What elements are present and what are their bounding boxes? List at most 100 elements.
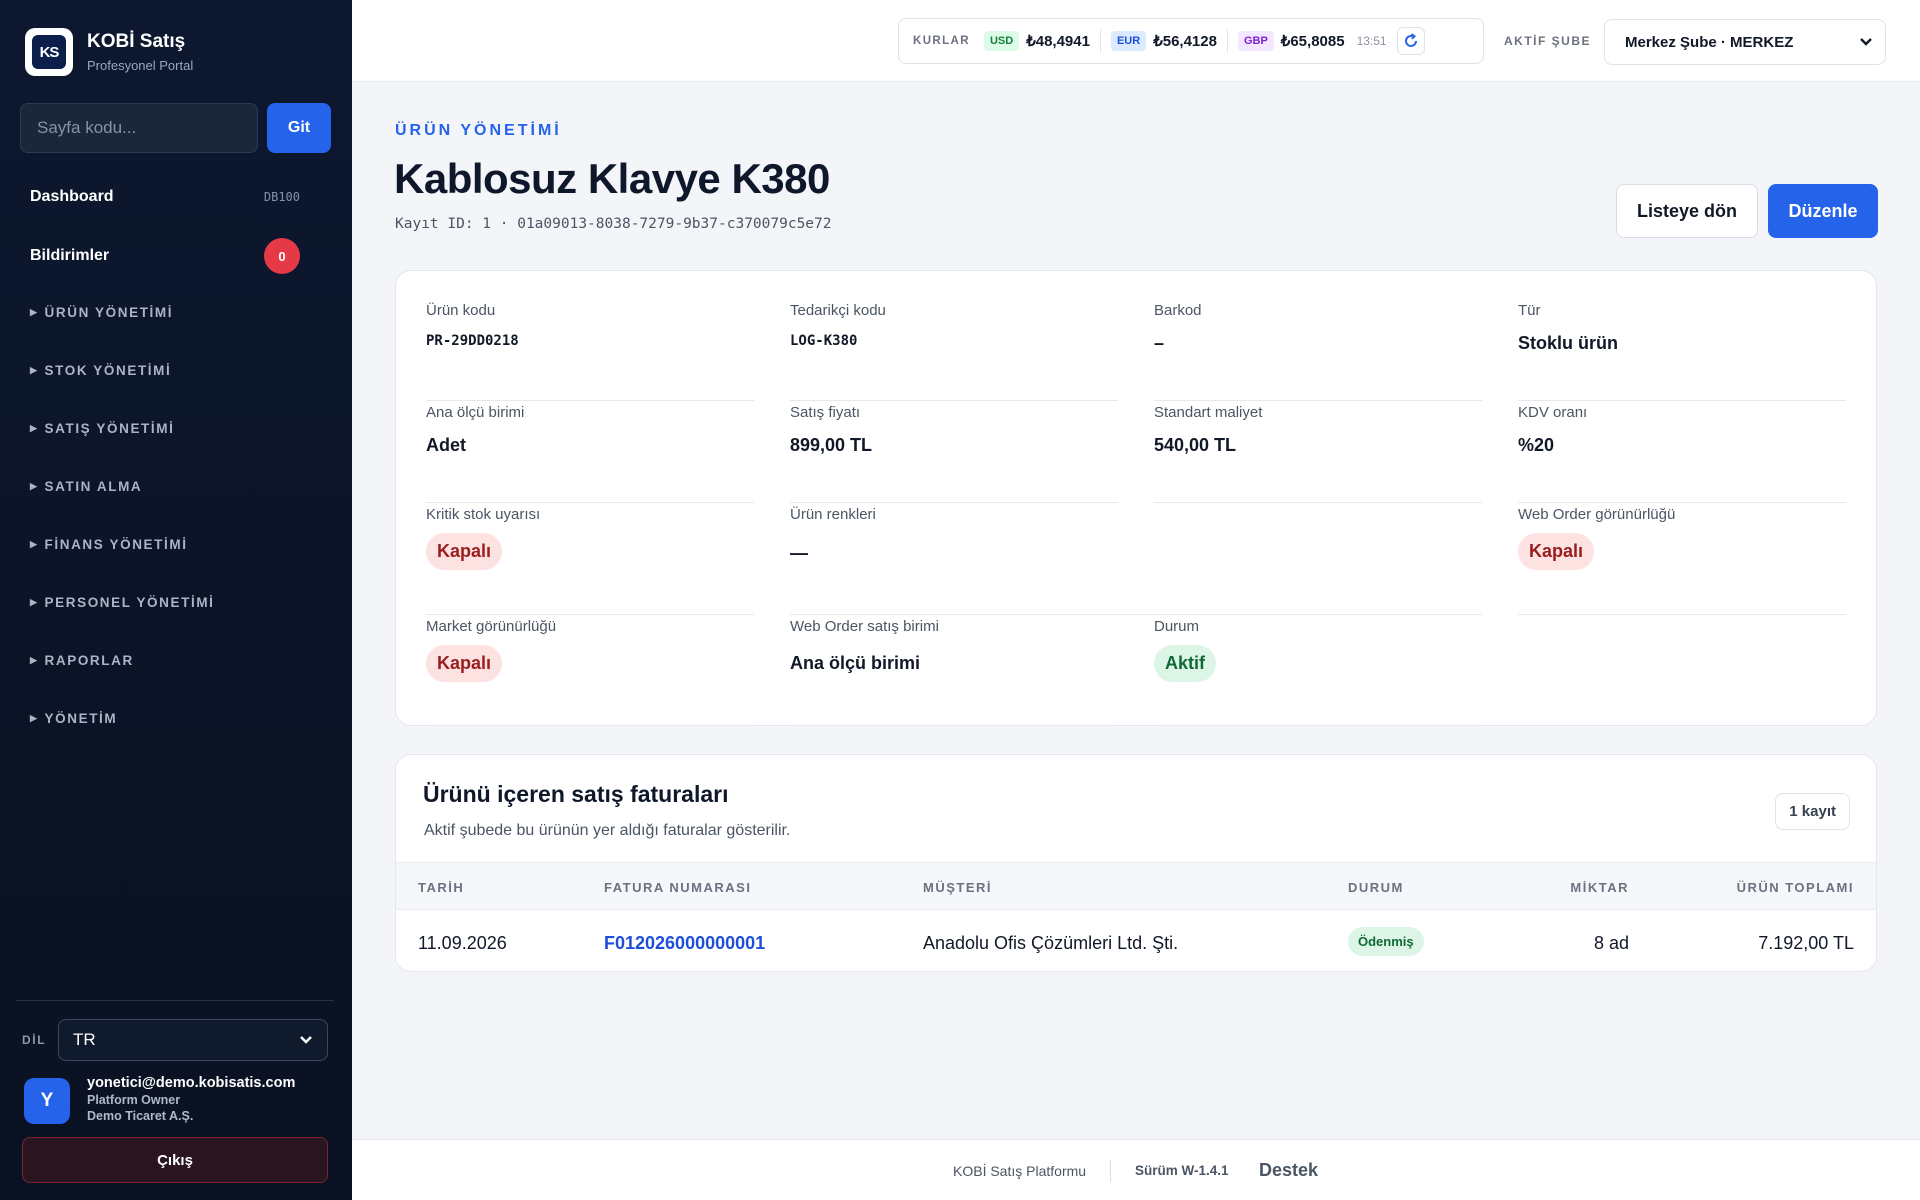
invoice-number-link[interactable]: F012026000000001 [604,933,765,954]
logout-button[interactable]: Çıkış [22,1137,328,1183]
field-value: — [790,543,808,563]
caret-right-icon: ▶ [30,365,39,375]
notification-count-badge: 0 [264,238,300,274]
language-label: DİL [22,1033,47,1047]
divider [426,400,754,401]
support-link[interactable]: Destek [1259,1160,1318,1181]
brand-name: KOBİ Satış [87,31,186,52]
rate-usd: USD ₺48,4941 [983,31,1090,51]
product-detail-card: Ürün kodu PR-29DD0218 Tedarikçi kodu LOG… [395,270,1877,726]
field-label: Web Order görünürlüğü [1518,506,1676,523]
divider [1099,29,1101,53]
logo-mark: KS [32,35,66,69]
column-header-quantity[interactable]: MİKTAR [1570,880,1629,895]
cell-quantity: 8 ad [1593,933,1629,953]
caret-right-icon: ▶ [30,539,39,549]
branch-select[interactable]: Merkez Şube · MERKEZ [1604,19,1886,65]
field-value: 899,00 TL [790,435,873,455]
sidebar-item-label: Bildirimler [30,247,110,264]
sidebar-item-dashboard[interactable]: Dashboard DB100 [30,188,300,206]
brand-logo: KS [25,28,73,76]
column-header-customer[interactable]: MÜŞTERİ [923,880,992,895]
sidebar-group-label: SATIN ALMA [44,479,143,494]
divider [1518,400,1846,401]
divider [1518,502,1846,503]
sidebar-group-reports[interactable]: ▶ RAPORLAR [30,653,134,668]
column-header-invoice-number[interactable]: FATURA NUMARASI [604,880,751,895]
edit-button[interactable]: Düzenle [1768,184,1878,238]
footer-version: Sürüm W-1.4.1 [1135,1163,1229,1178]
sidebar-group-purchasing[interactable]: ▶ SATIN ALMA [30,479,142,494]
user-info: yonetici@demo.kobisatis.com Platform Own… [87,1075,295,1123]
sidebar-group-product[interactable]: ▶ ÜRÜN YÖNETİMİ [30,305,173,320]
divider [1154,725,1482,726]
sidebar-group-finance[interactable]: ▶ FİNANS YÖNETİMİ [30,537,188,552]
field-value: 540,00 TL [1154,435,1237,455]
topbar: KURLAR USD ₺48,4941 EUR ₺56,4128 GBP ₺65… [352,0,1920,82]
column-header-status[interactable]: DURUM [1348,880,1404,895]
rate-value: ₺48,4941 [1026,33,1090,50]
divider [426,725,754,726]
rate-gbp: GBP ₺65,8085 [1237,31,1345,51]
brand[interactable]: KS KOBİ Satış Profesyonel Portal [25,28,193,76]
status-badge: Kapalı [426,533,503,570]
record-count-badge: 1 kayıt [1775,793,1850,830]
caret-right-icon: ▶ [30,655,39,665]
field-label: Tedarikçi kodu [790,302,886,319]
invoices-title: Ürünü içeren satış faturaları [423,781,729,807]
caret-right-icon: ▶ [30,423,39,433]
field-product-code: Ürün kodu PR-29DD0218 [426,302,754,401]
sidebar-divider [16,1000,334,1001]
rate-value: ₺56,4128 [1153,33,1217,50]
field-value: %20 [1518,435,1555,455]
cell-customer: Anadolu Ofis Çözümleri Ltd. Şti. [923,933,1179,953]
go-button[interactable]: Git [267,103,331,153]
sidebar-group-admin[interactable]: ▶ YÖNETİM [30,711,117,726]
field-product-colors: Ürün renkleri — [790,506,1482,615]
divider [426,502,754,503]
sidebar-group-label: SATIŞ YÖNETİMİ [44,421,175,436]
footer-platform: KOBİ Satış Platformu [953,1163,1087,1179]
field-web-order-visibility: Web Order görünürlüğü Kapalı [1518,506,1846,615]
status-badge: Aktif [1154,645,1216,682]
field-value: Ana ölçü birimi [790,653,921,673]
column-header-total[interactable]: ÜRÜN TOPLAMI [1737,880,1854,895]
rates-time: 13:51 [1356,34,1387,48]
field-barcode: Barkod – [1154,302,1482,401]
sidebar-group-stock[interactable]: ▶ STOK YÖNETİMİ [30,363,171,378]
refresh-rates-button[interactable] [1396,27,1425,55]
currency-tag: USD [983,31,1020,51]
status-badge: Ödenmiş [1348,927,1424,956]
avatar[interactable]: Y [24,1078,70,1124]
caret-right-icon: ▶ [30,713,39,723]
page-title: Kablosuz Klavye K380 [394,155,830,202]
field-label: KDV oranı [1518,404,1588,421]
field-web-order-unit: Web Order satış birimi Ana ölçü birimi [790,618,1118,726]
field-label: Durum [1154,618,1200,635]
sidebar: KS KOBİ Satış Profesyonel Portal Git Das… [0,0,352,1200]
divider [1154,502,1482,503]
footer: KOBİ Satış Platformu Sürüm W-1.4.1 Deste… [352,1139,1920,1200]
sidebar-group-label: RAPORLAR [44,653,134,668]
language-select[interactable]: TR [58,1019,328,1061]
field-market-visibility: Market görünürlüğü Kapalı [426,618,754,726]
cell-date: 11.09.2026 [418,933,507,953]
field-value: LOG-K380 [790,333,858,349]
status-badge: Kapalı [1518,533,1595,570]
column-header-date[interactable]: TARİH [418,880,464,895]
field-critical-stock: Kritik stok uyarısı Kapalı [426,506,754,615]
rates-label: KURLAR [913,35,970,47]
field-label: Tür [1518,302,1541,319]
branch-label: AKTİF ŞUBE [1504,34,1591,48]
divider [790,400,1118,401]
sidebar-group-personnel[interactable]: ▶ PERSONEL YÖNETİMİ [30,595,215,610]
sidebar-item-notifications[interactable]: Bildirimler 0 [30,238,300,274]
sidebar-group-sales[interactable]: ▶ SATIŞ YÖNETİMİ [30,421,174,436]
language-value: TR [73,1030,96,1049]
back-to-list-button[interactable]: Listeye dön [1616,184,1758,238]
field-value: Stoklu ürün [1518,333,1618,353]
field-label: Market görünürlüğü [426,618,557,635]
rate-eur: EUR ₺56,4128 [1110,31,1217,51]
chevron-down-icon [300,1036,312,1044]
page-code-input[interactable] [20,103,258,153]
